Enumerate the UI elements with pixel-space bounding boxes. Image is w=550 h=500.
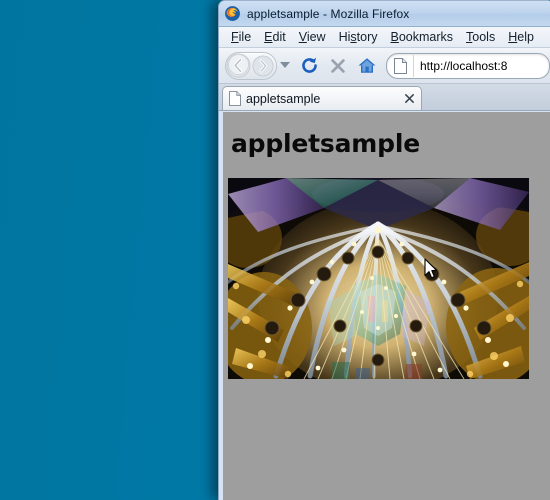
tab-label: appletsample bbox=[246, 91, 321, 106]
window-titlebar[interactable]: appletsample - Mozilla Firefox bbox=[219, 1, 550, 27]
window-title: appletsample - Mozilla Firefox bbox=[247, 6, 410, 21]
desktop-background: appletsample - Mozilla Firefox File Edit… bbox=[0, 0, 550, 500]
chevron-down-icon[interactable] bbox=[277, 62, 293, 69]
tab-strip: appletsample bbox=[219, 84, 550, 111]
home-icon[interactable] bbox=[354, 53, 380, 79]
page-content: appletsample bbox=[223, 112, 550, 500]
navigation-toolbar: http://localhost:8 bbox=[219, 48, 550, 84]
menu-item-help[interactable]: Help bbox=[502, 29, 541, 45]
menu-item-history[interactable]: History bbox=[333, 29, 385, 45]
menu-item-view[interactable]: View bbox=[293, 29, 333, 45]
page-document-icon bbox=[229, 91, 241, 106]
browser-window: appletsample - Mozilla Firefox File Edit… bbox=[218, 0, 550, 500]
page-document-icon bbox=[387, 54, 414, 77]
menubar: File Edit View History Bookmarks Tools H… bbox=[219, 27, 550, 48]
menu-item-tools[interactable]: Tools bbox=[460, 29, 502, 45]
firefox-logo-icon bbox=[224, 5, 241, 22]
url-text[interactable]: http://localhost:8 bbox=[414, 59, 507, 73]
stop-x-icon bbox=[325, 53, 351, 79]
menu-item-file[interactable]: File bbox=[225, 29, 258, 45]
url-bar[interactable]: http://localhost:8 bbox=[386, 52, 550, 79]
page-title: appletsample bbox=[231, 129, 420, 158]
back-arrow-icon[interactable] bbox=[225, 53, 251, 79]
menu-item-edit[interactable]: Edit bbox=[258, 29, 293, 45]
applet-photo bbox=[228, 178, 529, 379]
menu-item-bookmarks[interactable]: Bookmarks bbox=[385, 29, 461, 45]
forward-arrow-icon[interactable] bbox=[251, 54, 274, 77]
tab-appletsample[interactable]: appletsample bbox=[222, 86, 422, 110]
reload-icon[interactable] bbox=[296, 53, 322, 79]
tab-strip-filler bbox=[422, 86, 550, 110]
close-x-icon[interactable] bbox=[402, 91, 417, 106]
back-forward-group bbox=[225, 51, 293, 80]
